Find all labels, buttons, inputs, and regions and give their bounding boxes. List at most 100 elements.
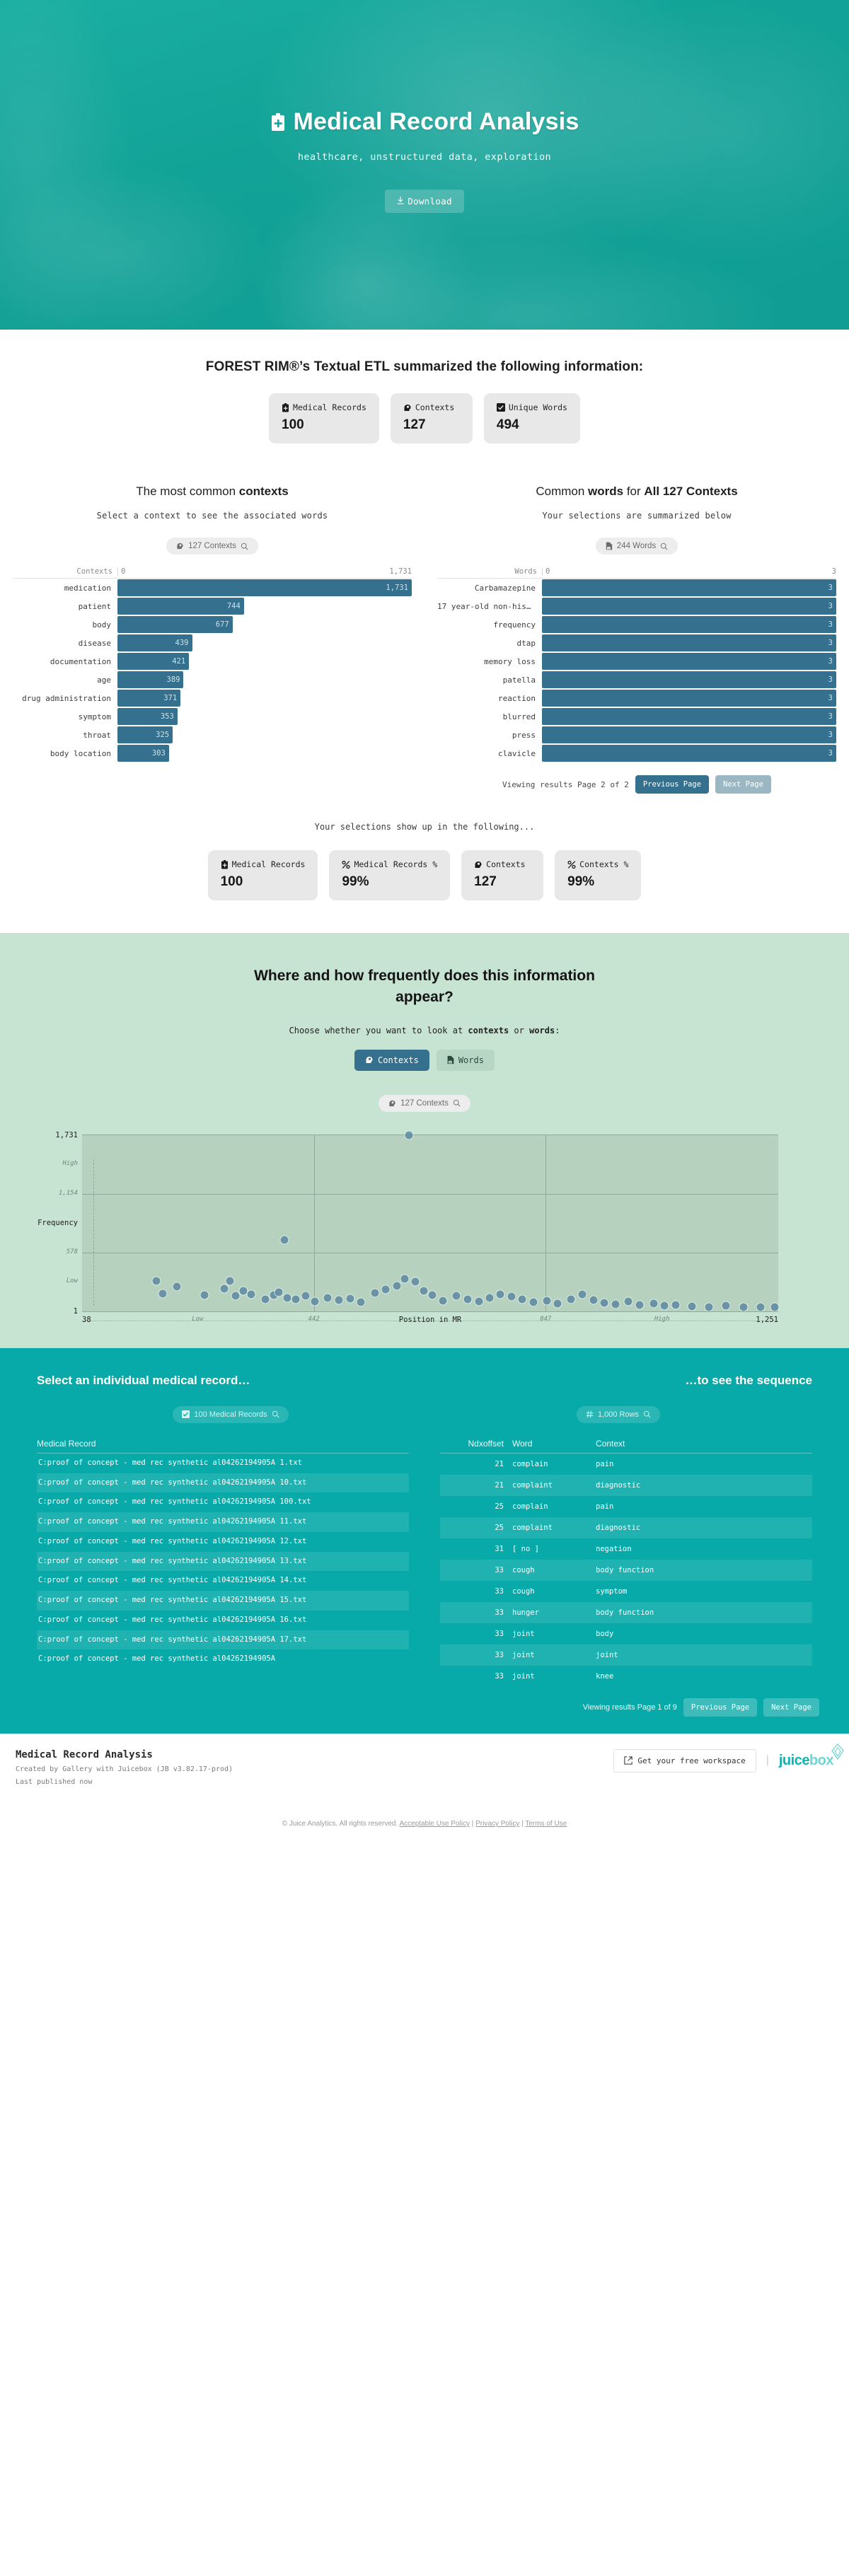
scatter-point[interactable] [392, 1281, 402, 1291]
word-bar[interactable]: 3 [542, 745, 836, 762]
terms-of-use-link[interactable]: Terms of Use [525, 1820, 567, 1828]
word-bar[interactable]: 3 [542, 690, 836, 707]
scatter-point[interactable] [356, 1297, 366, 1307]
scatter-point[interactable] [756, 1302, 766, 1312]
scatter-point[interactable] [529, 1297, 538, 1307]
search-icon[interactable] [241, 543, 248, 550]
sequence-row[interactable]: 33 cough symptom [440, 1581, 812, 1602]
scatter-point[interactable] [172, 1282, 182, 1292]
medical-records-filter-pill[interactable]: 100 Medical Records [173, 1405, 289, 1423]
scatter-point[interactable] [474, 1296, 484, 1306]
scatter-point[interactable] [485, 1293, 495, 1303]
scatter-point[interactable] [687, 1301, 696, 1311]
scatter-point[interactable] [463, 1294, 473, 1304]
sequence-row[interactable]: 33 hunger body function [440, 1601, 812, 1623]
scatter-point[interactable] [721, 1301, 731, 1311]
context-bar[interactable]: 303 [117, 745, 169, 762]
scatter-point[interactable] [231, 1291, 241, 1301]
scatter-point[interactable] [553, 1299, 562, 1309]
sequence-row[interactable]: 33 joint body [440, 1623, 812, 1644]
scatter-point[interactable] [310, 1296, 320, 1306]
scatter-point[interactable] [671, 1300, 681, 1310]
acceptable-use-policy-link[interactable]: Acceptable Use Policy [399, 1820, 470, 1828]
scatter-point[interactable] [451, 1291, 461, 1301]
contexts-filter-pill[interactable]: 127 Contexts [166, 538, 258, 555]
privacy-policy-link[interactable]: Privacy Policy [475, 1820, 519, 1828]
scatter-point[interactable] [291, 1294, 301, 1304]
scatter-point[interactable] [282, 1293, 292, 1303]
context-bar-row[interactable]: body 677 [13, 615, 412, 634]
scatter-point[interactable] [704, 1302, 714, 1312]
words-filter-pill[interactable]: w 244 Words [595, 538, 678, 555]
frequency-filter-pill[interactable]: 127 Contexts [379, 1094, 470, 1112]
scatter-point[interactable] [599, 1298, 609, 1308]
scatter-point[interactable] [334, 1295, 344, 1305]
word-bar-row[interactable]: clavicle 3 [437, 744, 836, 762]
context-bar[interactable]: 325 [117, 726, 173, 743]
search-icon[interactable] [272, 1410, 279, 1418]
context-bar-row[interactable]: medication 1,731 [13, 579, 412, 597]
medical-record-row[interactable]: C:proof of concept - med rec synthetic a… [37, 1532, 409, 1552]
scatter-point[interactable] [659, 1301, 669, 1311]
context-bar-row[interactable]: age 389 [13, 671, 412, 689]
sequence-row[interactable]: 21 complain pain [440, 1454, 812, 1475]
scatter-point[interactable] [381, 1284, 391, 1294]
scatter-point[interactable] [495, 1289, 505, 1299]
scatter-point[interactable] [370, 1288, 380, 1298]
word-bar[interactable]: 3 [542, 671, 836, 688]
get-free-workspace-button[interactable]: Get your free workspace [613, 1748, 756, 1773]
search-icon[interactable] [660, 543, 668, 550]
sequence-row[interactable]: 33 cough body function [440, 1559, 812, 1581]
word-bar-row[interactable]: blurred 3 [437, 707, 836, 726]
context-bar[interactable]: 677 [117, 616, 233, 633]
sequence-row[interactable]: 33 joint knee [440, 1666, 812, 1687]
word-bar[interactable]: 3 [542, 726, 836, 743]
sequence-row[interactable]: 21 complaint diagnostic [440, 1474, 812, 1496]
word-bar-row[interactable]: reaction 3 [437, 689, 836, 707]
scatter-point[interactable] [301, 1291, 311, 1301]
scatter-point[interactable] [400, 1274, 410, 1284]
rows-filter-pill[interactable]: 1,000 Rows [576, 1405, 661, 1423]
scatter-point[interactable] [260, 1294, 270, 1304]
word-bar-row[interactable]: 17 year-old non-hispanic white … 3 [437, 597, 836, 615]
scatter-point[interactable] [246, 1289, 256, 1299]
medical-record-row[interactable]: C:proof of concept - med rec synthetic a… [37, 1473, 409, 1493]
medical-record-row[interactable]: C:proof of concept - med rec synthetic a… [37, 1492, 409, 1512]
scatter-point[interactable] [219, 1284, 229, 1294]
scatter-point[interactable] [611, 1299, 620, 1309]
medical-record-row[interactable]: C:proof of concept - med rec synthetic a… [37, 1454, 409, 1473]
sequence-row[interactable]: 33 joint joint [440, 1644, 812, 1666]
scatter-point[interactable] [623, 1296, 633, 1306]
scatter-point[interactable] [517, 1294, 527, 1304]
context-bar[interactable]: 389 [117, 671, 184, 688]
scatter-point[interactable] [427, 1290, 437, 1300]
medical-record-row[interactable]: C:proof of concept - med rec synthetic a… [37, 1611, 409, 1630]
scatter-point[interactable] [649, 1299, 659, 1309]
scatter-point[interactable] [739, 1302, 749, 1312]
word-bar-row[interactable]: frequency 3 [437, 615, 836, 634]
scatter-point[interactable] [635, 1300, 645, 1310]
context-bar[interactable]: 421 [117, 653, 190, 670]
context-bar-row[interactable]: throat 325 [13, 726, 412, 744]
word-bar[interactable]: 3 [542, 598, 836, 615]
scatter-point[interactable] [279, 1235, 289, 1245]
records-previous-page-button[interactable]: Previous Page [683, 1698, 758, 1717]
medical-record-row[interactable]: C:proof of concept - med rec synthetic a… [37, 1571, 409, 1591]
sequence-row[interactable]: 25 complaint diagnostic [440, 1516, 812, 1538]
word-bar-row[interactable]: Carbamazepine 3 [437, 579, 836, 597]
scatter-point[interactable] [404, 1130, 414, 1140]
scatter-point[interactable] [542, 1296, 552, 1306]
word-bar[interactable]: 3 [542, 616, 836, 633]
medical-record-row[interactable]: C:proof of concept - med rec synthetic a… [37, 1649, 409, 1669]
context-bar-row[interactable]: documentation 421 [13, 652, 412, 671]
context-bar-row[interactable]: body location 303 [13, 744, 412, 762]
scatter-plot-area[interactable]: 1,731 High 1,154 Frequency 578 Low 1 [37, 1130, 780, 1316]
context-bar-row[interactable]: patient 744 [13, 597, 412, 615]
word-bar[interactable]: 3 [542, 653, 836, 670]
context-bar[interactable]: 744 [117, 598, 244, 615]
download-button[interactable]: Download [385, 190, 464, 213]
scatter-point[interactable] [589, 1295, 599, 1305]
scatter-point[interactable] [158, 1289, 168, 1299]
scatter-point[interactable] [507, 1292, 516, 1301]
records-next-page-button[interactable]: Next Page [763, 1698, 819, 1717]
